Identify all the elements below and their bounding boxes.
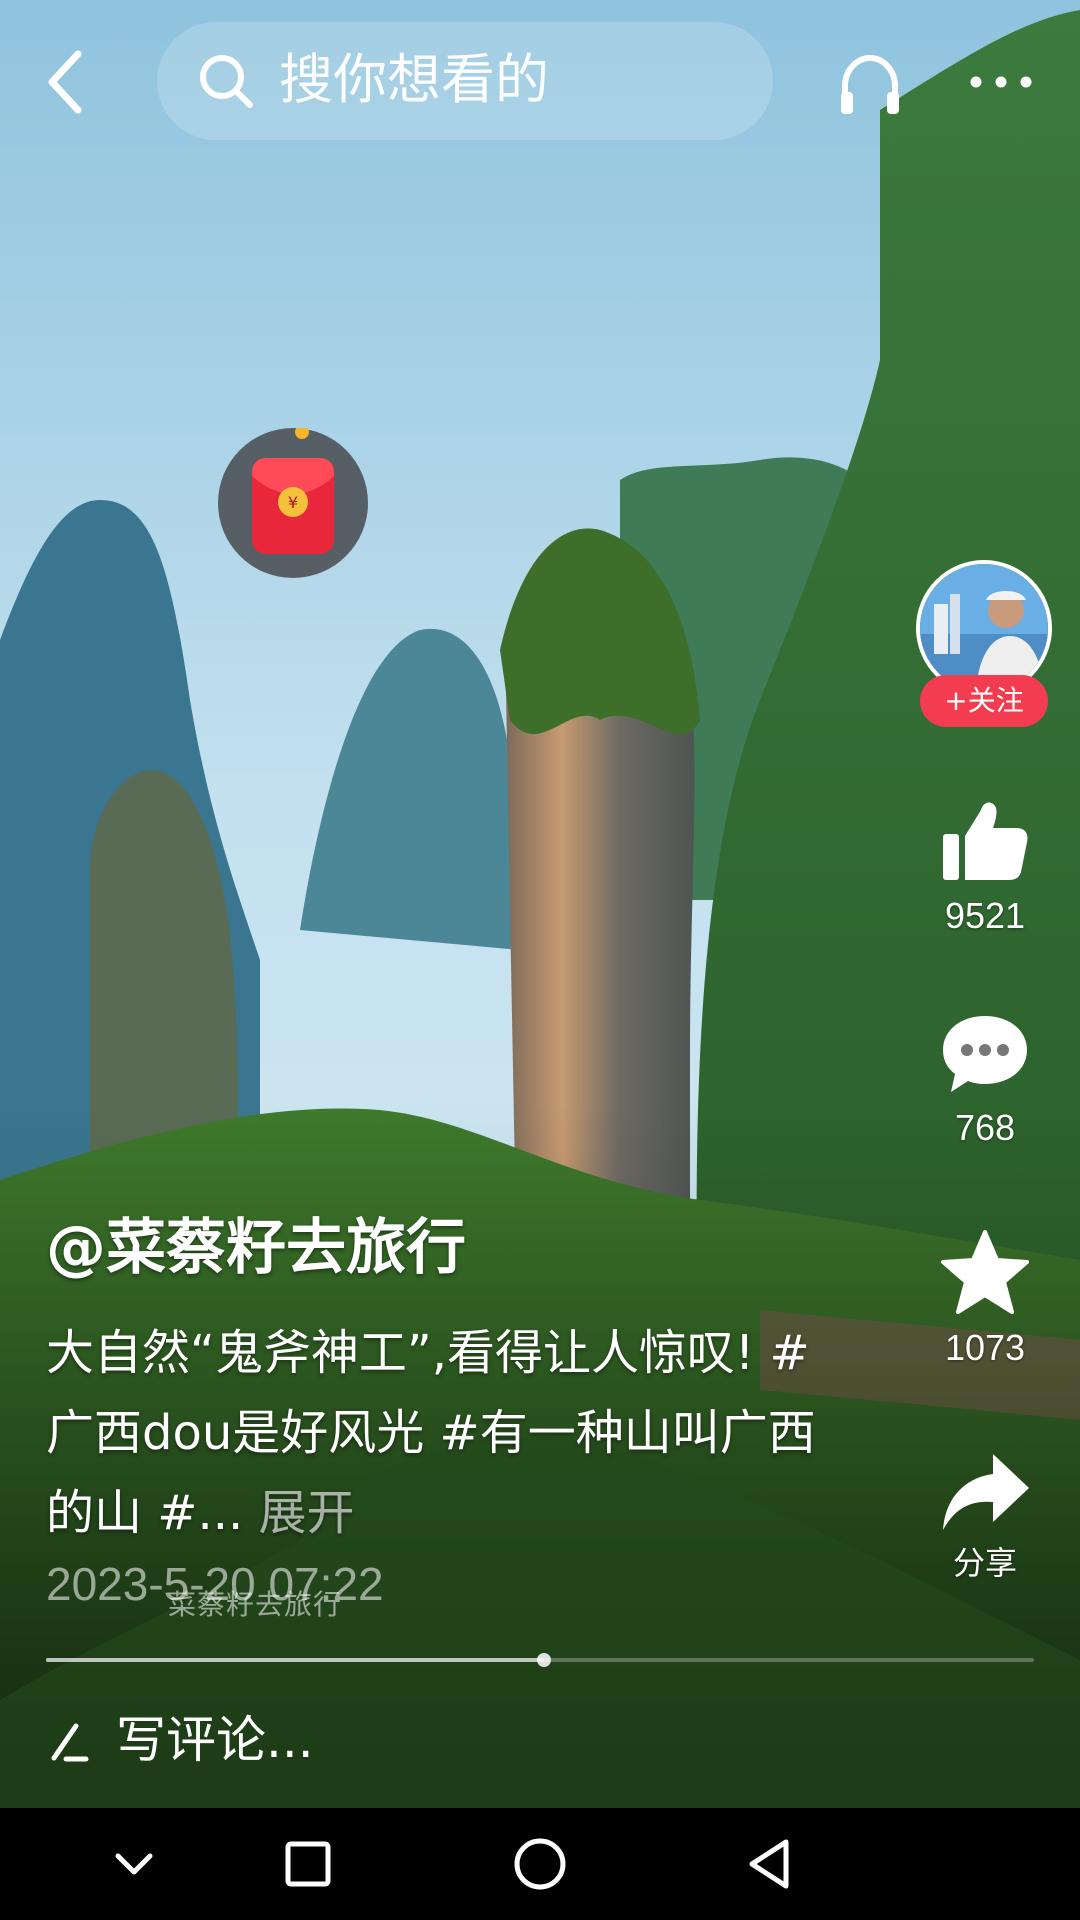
comment-button[interactable]: 768 — [920, 1010, 1050, 1150]
more-button[interactable] — [966, 60, 1036, 100]
triangle-back-icon — [749, 1839, 789, 1889]
pencil-icon — [51, 1723, 89, 1762]
like-count: 9521 — [944, 895, 1026, 936]
circle-icon — [514, 1838, 566, 1890]
avatar-image — [920, 564, 1048, 692]
search-bar[interactable]: 搜你想看的 — [157, 22, 773, 140]
square-icon — [285, 1841, 331, 1887]
favorite-count: 1073 — [944, 1327, 1026, 1368]
headset-icon — [841, 54, 899, 114]
thumbs-up-icon — [943, 802, 1028, 880]
comment-placeholder: 写评论... — [116, 1711, 314, 1769]
nav-collapse-button[interactable] — [104, 1834, 164, 1894]
caption-text: 大自然“鬼斧神工”,看得让人惊叹! #广西dou是好风光 #有一种山叫广西的山 … — [46, 1325, 816, 1541]
comment-count: 768 — [954, 1107, 1016, 1148]
post-caption[interactable]: 大自然“鬼斧神工”,看得让人惊叹! #广西dou是好风光 #有一种山叫广西的山 … — [46, 1313, 846, 1553]
back-button[interactable] — [40, 44, 90, 120]
video-progress-bar[interactable] — [46, 1653, 1034, 1667]
nav-home-button[interactable] — [510, 1834, 570, 1894]
share-arrow-icon — [943, 1454, 1029, 1530]
video-screen: 搜你想看的 ¥ +关注 9521 768 1073 分享 @菜蔡籽去旅行 大自然… — [0, 0, 1080, 1920]
system-navigation-bar — [0, 1808, 1080, 1920]
comment-bubble-icon — [943, 1016, 1027, 1092]
chevron-left-icon — [48, 50, 82, 114]
search-icon — [200, 55, 253, 108]
progress-fill — [46, 1658, 544, 1662]
chevron-down-icon — [115, 1853, 153, 1875]
red-packet-button[interactable]: ¥ — [218, 425, 368, 578]
red-envelope-symbol: ¥ — [288, 493, 298, 512]
like-button[interactable]: 9521 — [920, 792, 1050, 938]
listen-button[interactable] — [835, 50, 905, 120]
expand-link[interactable]: 展开 — [259, 1485, 355, 1541]
nav-back-button[interactable] — [740, 1834, 800, 1894]
nav-recents-button[interactable] — [278, 1834, 338, 1894]
favorite-button[interactable]: 1073 — [920, 1228, 1050, 1370]
red-envelope-icon: ¥ — [252, 425, 334, 554]
share-button[interactable]: 分享 — [920, 1450, 1050, 1584]
star-icon — [941, 1230, 1029, 1314]
follow-button[interactable]: +关注 — [920, 675, 1048, 727]
more-dots-icon — [970, 76, 1032, 88]
author-handle[interactable]: @菜蔡籽去旅行 — [46, 1210, 466, 1286]
share-label: 分享 — [952, 1544, 1017, 1582]
video-watermark: 菜蔡籽去旅行 — [168, 1588, 343, 1621]
progress-knob[interactable] — [536, 1653, 551, 1667]
search-placeholder: 搜你想看的 — [279, 48, 549, 111]
